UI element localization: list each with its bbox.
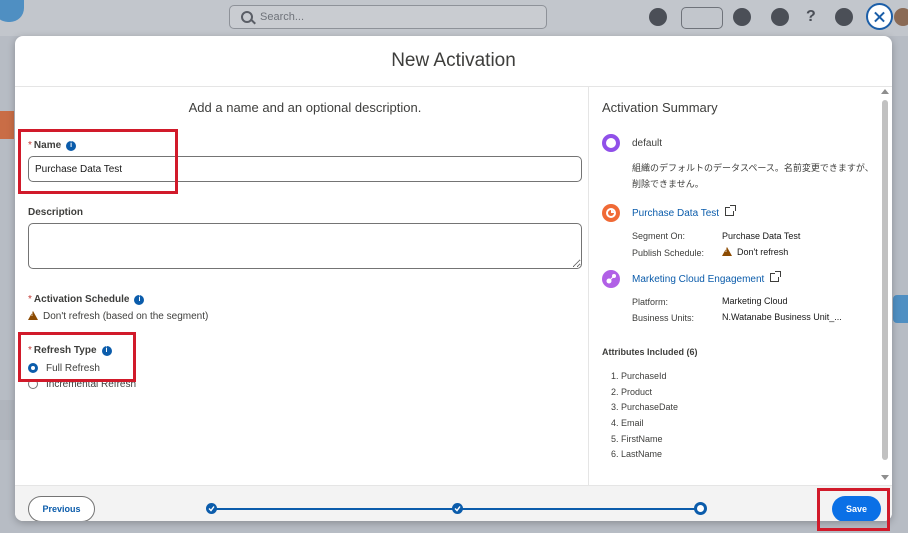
attribute-item: 4. Email: [611, 418, 644, 428]
external-link-icon[interactable]: [770, 271, 782, 282]
add-icon[interactable]: [733, 8, 751, 26]
schedule-value-text: Don't refresh (based on the segment): [43, 311, 209, 322]
segment-link[interactable]: Purchase Data Test: [632, 205, 737, 219]
favorites-icon[interactable]: [681, 7, 723, 29]
warning-icon: [28, 311, 38, 320]
dataspace-name: default: [632, 138, 663, 149]
business-units-value: N.Watanabe Business Unit_...: [722, 312, 842, 322]
help-icon[interactable]: ?: [806, 8, 824, 26]
attributes-title: Attributes Included (6): [602, 347, 698, 357]
activation-schedule-label: * Activation Schedule i: [28, 294, 145, 305]
trailhead-icon[interactable]: [771, 8, 789, 26]
attribute-item: 5. FirstName: [611, 434, 663, 444]
highlight-box-name: [18, 129, 178, 194]
activation-summary-pane: Activation Summary default 組織のデフォルトのデータス…: [589, 87, 892, 485]
dataspace-icon: [602, 134, 620, 152]
search-placeholder: Search...: [260, 11, 305, 23]
business-units-label: Business Units:: [632, 313, 695, 323]
segment-on-label: Segment On:: [632, 231, 686, 241]
dataspace-description: 削除できません。: [632, 179, 704, 189]
schedule-label-text: Activation Schedule: [33, 294, 130, 305]
background-button: [893, 295, 908, 323]
new-activation-modal: New Activation Add a name and an optiona…: [15, 36, 892, 521]
attribute-item: 2. Product: [611, 387, 653, 397]
warning-icon: [722, 247, 732, 256]
astro-icon[interactable]: [649, 8, 667, 26]
activation-target-link[interactable]: Marketing Cloud Engagement: [632, 271, 782, 285]
form-pane: Add a name and an optional description. …: [15, 87, 589, 485]
external-link-icon[interactable]: [725, 205, 737, 216]
scroll-up-arrow-icon[interactable]: [881, 89, 889, 94]
progress-line: [462, 508, 699, 510]
highlight-box-refresh-type: [18, 332, 136, 382]
summary-scrollbar[interactable]: [879, 87, 892, 485]
platform-value: Marketing Cloud: [722, 296, 788, 306]
summary-title: Activation Summary: [602, 100, 718, 115]
gear-icon[interactable]: [835, 8, 853, 26]
attribute-item: 3. PurchaseDate: [611, 402, 679, 412]
publish-schedule-label: Publish Schedule:: [632, 248, 705, 258]
progress-step-current[interactable]: [694, 502, 707, 515]
segment-on-value: Purchase Data Test: [722, 231, 801, 241]
previous-button[interactable]: Previous: [28, 496, 95, 521]
required-mark: *: [28, 294, 32, 305]
attribute-item: 1. PurchaseId: [611, 371, 667, 381]
platform-label: Platform:: [632, 297, 669, 307]
background-app-icon: [0, 111, 14, 139]
activation-target-icon: [602, 270, 620, 288]
segment-link-text: Purchase Data Test: [632, 208, 720, 219]
search-icon: [241, 11, 253, 23]
modal-title: New Activation: [391, 50, 516, 71]
segment-icon: [602, 204, 620, 222]
publish-schedule-value: Don't refresh: [722, 247, 788, 257]
form-subtitle: Add a name and an optional description.: [188, 100, 422, 115]
attribute-item: 6. LastName: [611, 449, 663, 459]
close-icon[interactable]: [866, 3, 893, 30]
scroll-down-arrow-icon[interactable]: [881, 475, 889, 480]
modal-header: New Activation: [15, 36, 892, 87]
modal-footer: Previous Save: [15, 485, 892, 521]
progress-line: [215, 508, 455, 510]
progress-step-complete[interactable]: [452, 503, 463, 514]
description-label: Description: [28, 207, 84, 218]
info-icon[interactable]: i: [134, 295, 145, 305]
global-search-box[interactable]: Search...: [229, 5, 547, 29]
activation-target-link-text: Marketing Cloud Engagement: [632, 274, 765, 285]
scroll-thumb[interactable]: [882, 100, 888, 460]
dataspace-description: 組織のデフォルトのデータスペース。名前変更できますが、: [632, 163, 874, 173]
description-textarea[interactable]: [28, 223, 582, 269]
user-avatar[interactable]: [894, 8, 908, 26]
highlight-box-save: [817, 488, 890, 531]
progress-step-complete[interactable]: [206, 503, 217, 514]
background-tab: [0, 400, 14, 440]
publish-value-text: Don't refresh: [737, 247, 789, 257]
schedule-value: Don't refresh (based on the segment): [28, 311, 208, 322]
